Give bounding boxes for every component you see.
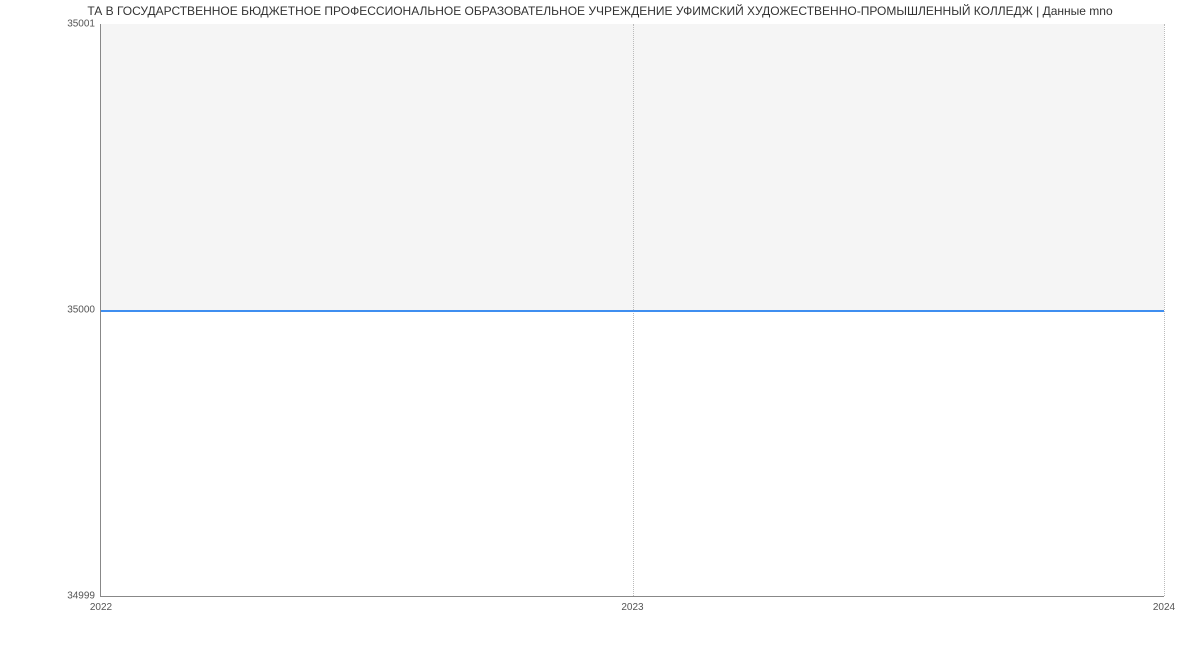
- grid-x-2024: [1164, 24, 1165, 596]
- y-tick-label: 35001: [67, 19, 95, 30]
- y-tick-label: 35000: [67, 305, 95, 316]
- chart-plot-area: 35001 35000 34999 2022 2023 2024: [100, 24, 1164, 597]
- chart-title: ТА В ГОСУДАРСТВЕННОЕ БЮДЖЕТНОЕ ПРОФЕССИО…: [0, 0, 1200, 18]
- x-tick-label: 2022: [90, 602, 112, 613]
- y-tick-label: 34999: [67, 591, 95, 602]
- x-tick-label: 2024: [1153, 602, 1175, 613]
- series-line: [101, 310, 1164, 312]
- x-tick-label: 2023: [621, 602, 643, 613]
- plot-frame: 35001 35000 34999 2022 2023 2024: [100, 24, 1164, 597]
